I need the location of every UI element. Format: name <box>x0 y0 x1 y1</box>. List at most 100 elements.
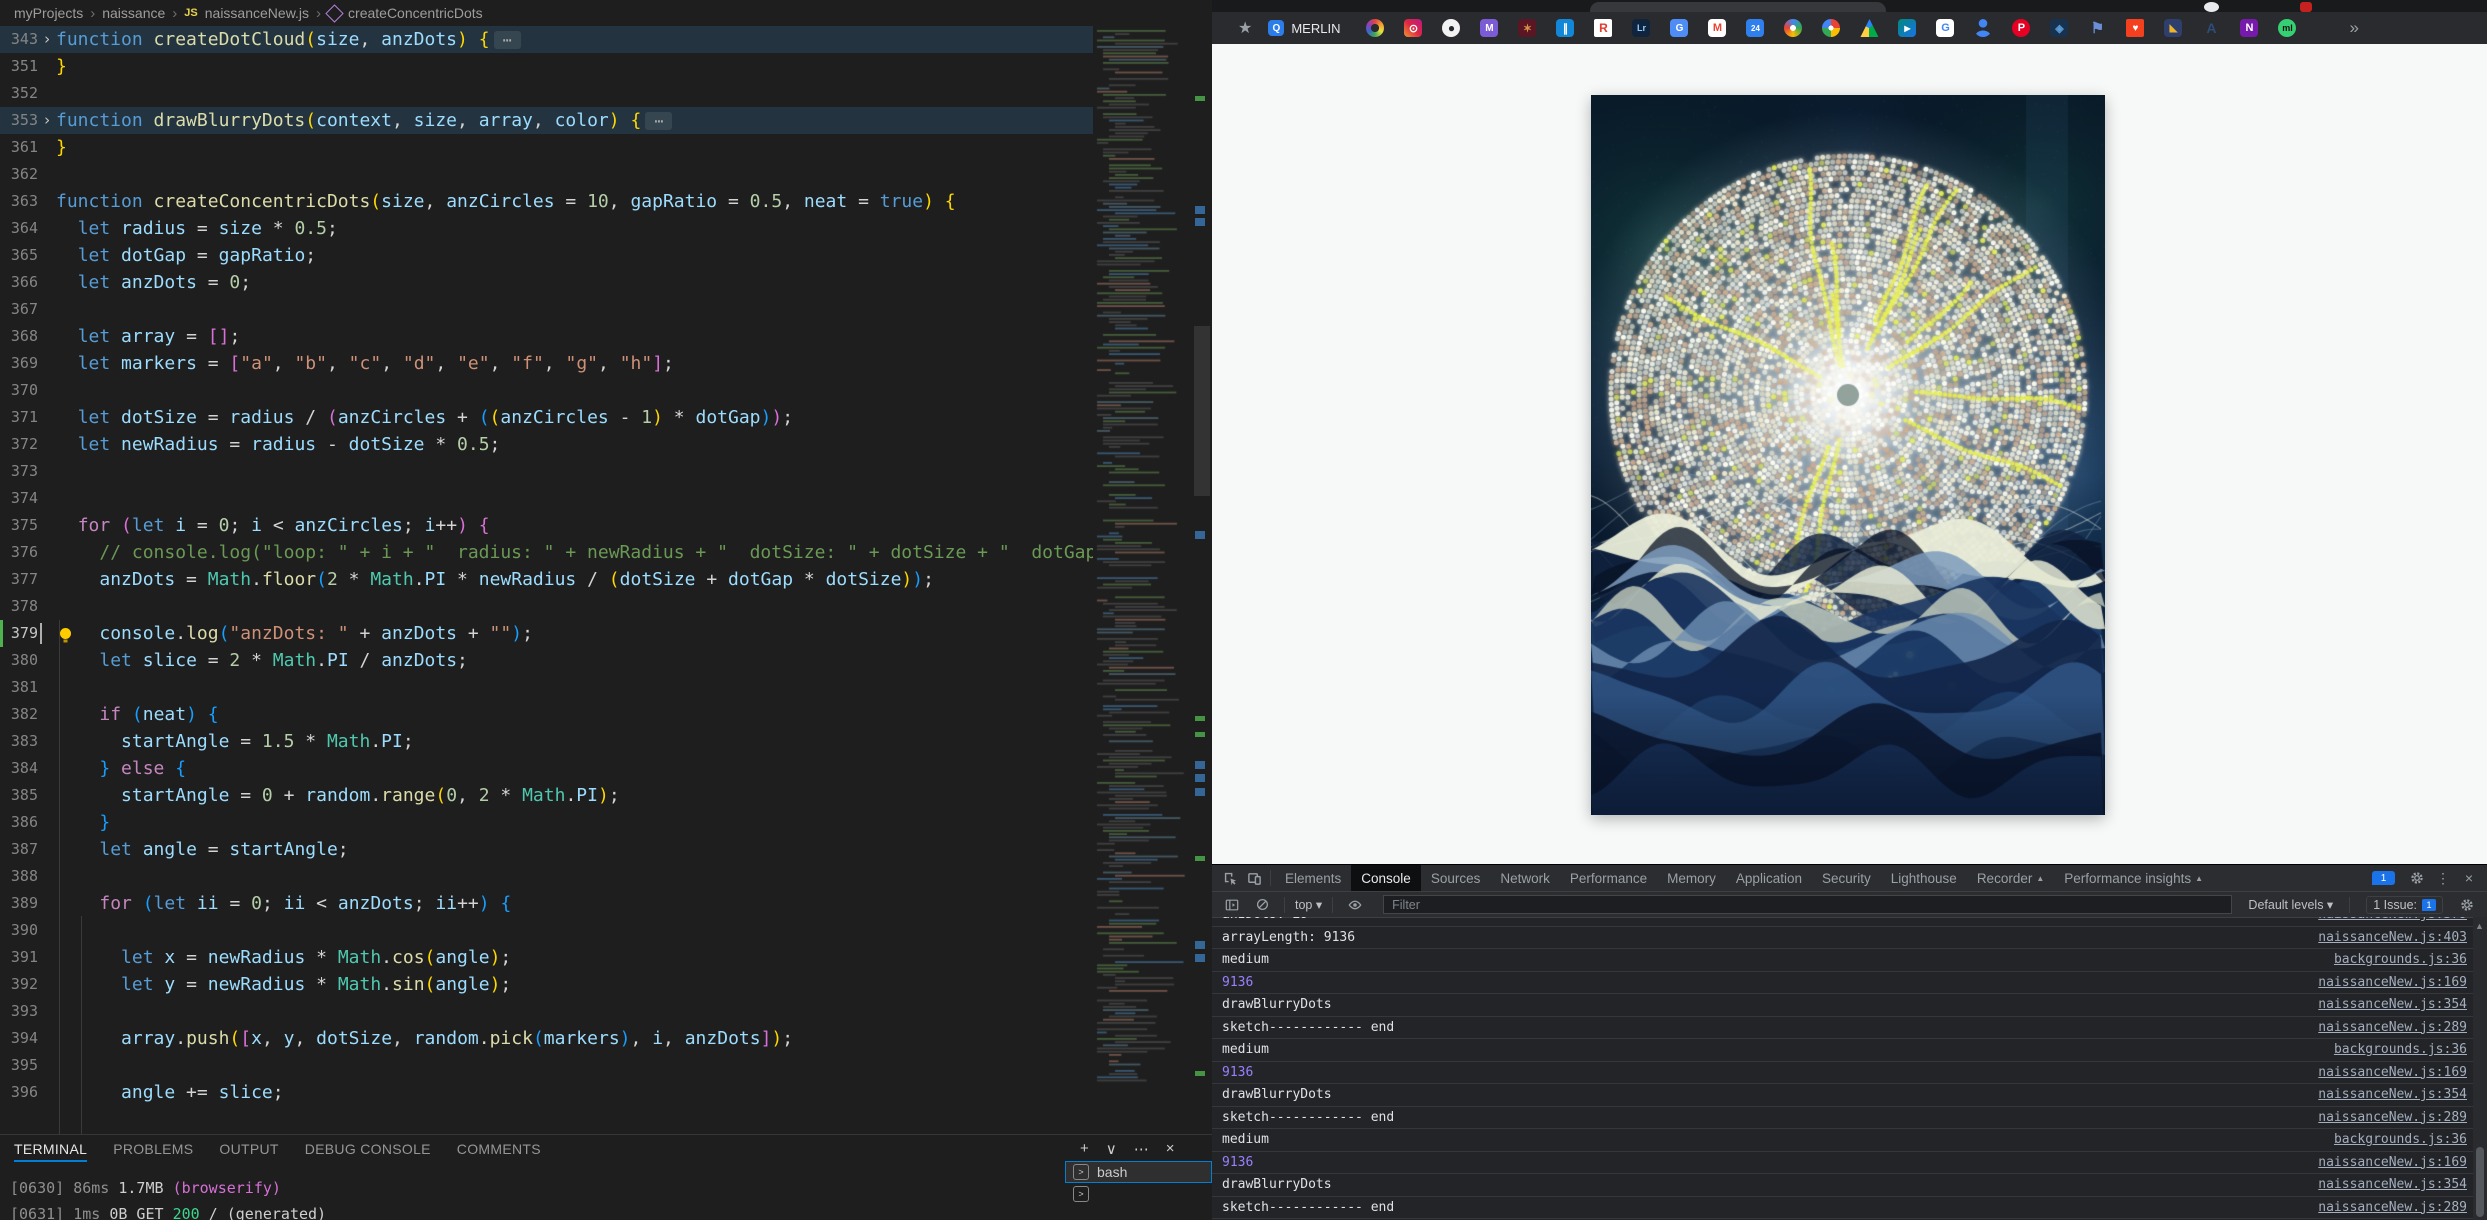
source-link[interactable]: naissanceNew.js:169 <box>2318 1155 2467 1170</box>
fold-chevron-icon[interactable]: › <box>38 26 56 53</box>
line-number[interactable]: 386 <box>0 809 38 836</box>
source-link[interactable]: naissanceNew.js:289 <box>2318 1110 2467 1125</box>
code-editor[interactable]: 343›function createDotCloud(size, anzDot… <box>0 26 1212 1135</box>
code-line-376[interactable]: 376 // console.log("loop: " + i + " radi… <box>0 539 1093 566</box>
bookmark-favicon-github[interactable]: ● <box>1442 19 1460 37</box>
terminal-list-item[interactable]: > <box>1065 1183 1212 1205</box>
breadcrumb-item-folder[interactable]: naissance <box>102 5 165 21</box>
devtools-tab-sources[interactable]: Sources <box>1421 865 1491 891</box>
log-levels-selector[interactable]: Default levels ▾ <box>2248 897 2333 912</box>
line-number[interactable]: 376 <box>0 539 38 566</box>
panel-tab-terminal[interactable]: TERMINAL <box>14 1135 87 1163</box>
code-line-374[interactable]: 374 <box>0 485 1093 512</box>
line-number[interactable]: 379 <box>0 620 38 647</box>
bookmark-favicon-lightroom[interactable]: Lr <box>1632 19 1650 37</box>
code-line-395[interactable]: 395 <box>0 1052 1093 1079</box>
code-line-364[interactable]: 364 let radius = size * 0.5; <box>0 215 1093 242</box>
code-line-343[interactable]: 343›function createDotCloud(size, anzDot… <box>0 26 1093 53</box>
bookmark-merlin[interactable]: Q MERLIN <box>1268 20 1340 36</box>
line-number[interactable]: 364 <box>0 215 38 242</box>
line-number[interactable]: 392 <box>0 971 38 998</box>
line-number[interactable]: 387 <box>0 836 38 863</box>
bookmarks-overflow-icon[interactable]: » <box>2350 18 2359 38</box>
source-link[interactable]: backgrounds.js:36 <box>2334 1132 2467 1147</box>
terminal-list-item[interactable]: >bash <box>1065 1161 1212 1183</box>
devtools-tab-application[interactable]: Application <box>1726 865 1812 891</box>
bookmark-favicon-orange-heart[interactable]: ♥ <box>2126 19 2144 37</box>
console-row[interactable]: 9136naissanceNew.js:169 <box>1212 972 2473 995</box>
console-row[interactable]: sketch------------ endnaissanceNew.js:28… <box>1212 1017 2473 1040</box>
console-row[interactable]: drawBlurryDotsnaissanceNew.js:354 <box>1212 994 2473 1017</box>
bookmark-favicon-ml-green[interactable]: ml <box>2278 19 2296 37</box>
code-line-361[interactable]: 361} <box>0 134 1093 161</box>
breadcrumb-item-file[interactable]: naissanceNew.js <box>205 5 309 21</box>
line-number[interactable]: 382 <box>0 701 38 728</box>
bookmark-star-icon[interactable]: ★ <box>1238 18 1252 38</box>
code-line-371[interactable]: 371 let dotSize = radius / (anzCircles +… <box>0 404 1093 431</box>
bookmark-favicon-purple-mail[interactable]: M <box>1480 19 1498 37</box>
line-number[interactable]: 351 <box>0 53 38 80</box>
line-number[interactable]: 396 <box>0 1079 38 1106</box>
code-line-372[interactable]: 372 let newRadius = radius - dotSize * 0… <box>0 431 1093 458</box>
code-line-378[interactable]: 378 <box>0 593 1093 620</box>
line-number[interactable]: 383 <box>0 728 38 755</box>
bookmark-favicon-instagram[interactable]: ⊙ <box>1404 19 1422 37</box>
code-line-392[interactable]: 392 let y = newRadius * Math.sin(angle); <box>0 971 1093 998</box>
source-link[interactable]: naissanceNew.js:354 <box>2318 1177 2467 1192</box>
code-line-375[interactable]: 375 for (let i = 0; i < anzCircles; i++)… <box>0 512 1093 539</box>
line-number[interactable]: 388 <box>0 863 38 890</box>
bookmark-favicon-google-calendar[interactable]: 24 <box>1746 19 1764 37</box>
bookmark-favicon-google-photos[interactable] <box>1822 19 1840 37</box>
bookmark-favicon-google-maps[interactable] <box>1784 19 1802 37</box>
console-row[interactable]: sketch------------ endnaissanceNew.js:28… <box>1212 1197 2473 1220</box>
line-number[interactable]: 385 <box>0 782 38 809</box>
panel-tab-problems[interactable]: PROBLEMS <box>113 1135 193 1163</box>
source-link[interactable]: backgrounds.js:36 <box>2334 1042 2467 1057</box>
bookmark-favicon-letter-a[interactable]: A <box>2202 19 2220 37</box>
code-line-396[interactable]: 396 angle += slice; <box>0 1079 1093 1106</box>
code-line-351[interactable]: 351} <box>0 53 1093 80</box>
scrollbar-thumb[interactable] <box>1194 326 1210 496</box>
device-toolbar-icon[interactable] <box>1242 867 1266 889</box>
code-line-391[interactable]: 391 let x = newRadius * Math.cos(angle); <box>0 944 1093 971</box>
line-number[interactable]: 343 <box>0 26 38 53</box>
source-link[interactable]: naissanceNew.js:379 <box>2318 917 2467 922</box>
console-row[interactable]: drawBlurryDotsnaissanceNew.js:354 <box>1212 1174 2473 1197</box>
line-number[interactable]: 377 <box>0 566 38 593</box>
terminal-dropdown-icon[interactable]: ∨ <box>1106 1140 1117 1158</box>
code-line-369[interactable]: 369 let markers = ["a", "b", "c", "d", "… <box>0 350 1093 377</box>
code-line-387[interactable]: 387 let angle = startAngle; <box>0 836 1093 863</box>
line-number[interactable]: 391 <box>0 944 38 971</box>
source-link[interactable]: naissanceNew.js:289 <box>2318 1200 2467 1215</box>
code-line-385[interactable]: 385 startAngle = 0 + random.range(0, 2 *… <box>0 782 1093 809</box>
bookmark-favicon-rainbow-ring[interactable] <box>1366 19 1384 37</box>
console-log-list[interactable]: anzDots: 29naissanceNew.js:379arrayLengt… <box>1212 917 2473 1220</box>
panel-tab-comments[interactable]: COMMENTS <box>457 1135 541 1163</box>
code-line-367[interactable]: 367 <box>0 296 1093 323</box>
bookmark-favicon-pinterest[interactable]: P <box>2012 19 2030 37</box>
panel-tab-debug-console[interactable]: DEBUG CONSOLE <box>305 1135 431 1163</box>
bookmark-favicon-butterfly[interactable]: ✶ <box>1518 19 1536 37</box>
breadcrumb[interactable]: myProjects › naissance › JS naissanceNew… <box>0 0 1212 26</box>
console-row[interactable]: 9136naissanceNew.js:169 <box>1212 1062 2473 1085</box>
code-line-386[interactable]: 386 } <box>0 809 1093 836</box>
code-line-388[interactable]: 388 <box>0 863 1093 890</box>
devtools-tab-console[interactable]: Console <box>1351 865 1421 891</box>
line-number[interactable]: 362 <box>0 161 38 188</box>
devtools-tab-lighthouse[interactable]: Lighthouse <box>1881 865 1967 891</box>
code-line-380[interactable]: 380 let slice = 2 * Math.PI / anzDots; <box>0 647 1093 674</box>
context-selector[interactable]: top ▾ <box>1295 897 1322 912</box>
gear-icon[interactable] <box>2405 867 2429 889</box>
bookmark-favicon-trello[interactable]: ∥ <box>1556 19 1574 37</box>
bookmark-favicon-blue-gem[interactable]: ◈ <box>2050 19 2068 37</box>
source-link[interactable]: naissanceNew.js:289 <box>2318 1020 2467 1035</box>
bookmark-favicon-google-meet[interactable]: ▶ <box>1898 19 1916 37</box>
scroll-up-icon[interactable]: ▲ <box>2475 921 2484 931</box>
console-settings-gear-icon[interactable] <box>2455 894 2479 916</box>
line-number[interactable]: 378 <box>0 593 38 620</box>
code-line-390[interactable]: 390 <box>0 917 1093 944</box>
line-number[interactable]: 352 <box>0 80 38 107</box>
issues-counter[interactable]: 1 Issue: 1 <box>2366 896 2443 914</box>
scrollbar-thumb[interactable] <box>2476 1147 2484 1217</box>
line-number[interactable]: 389 <box>0 890 38 917</box>
